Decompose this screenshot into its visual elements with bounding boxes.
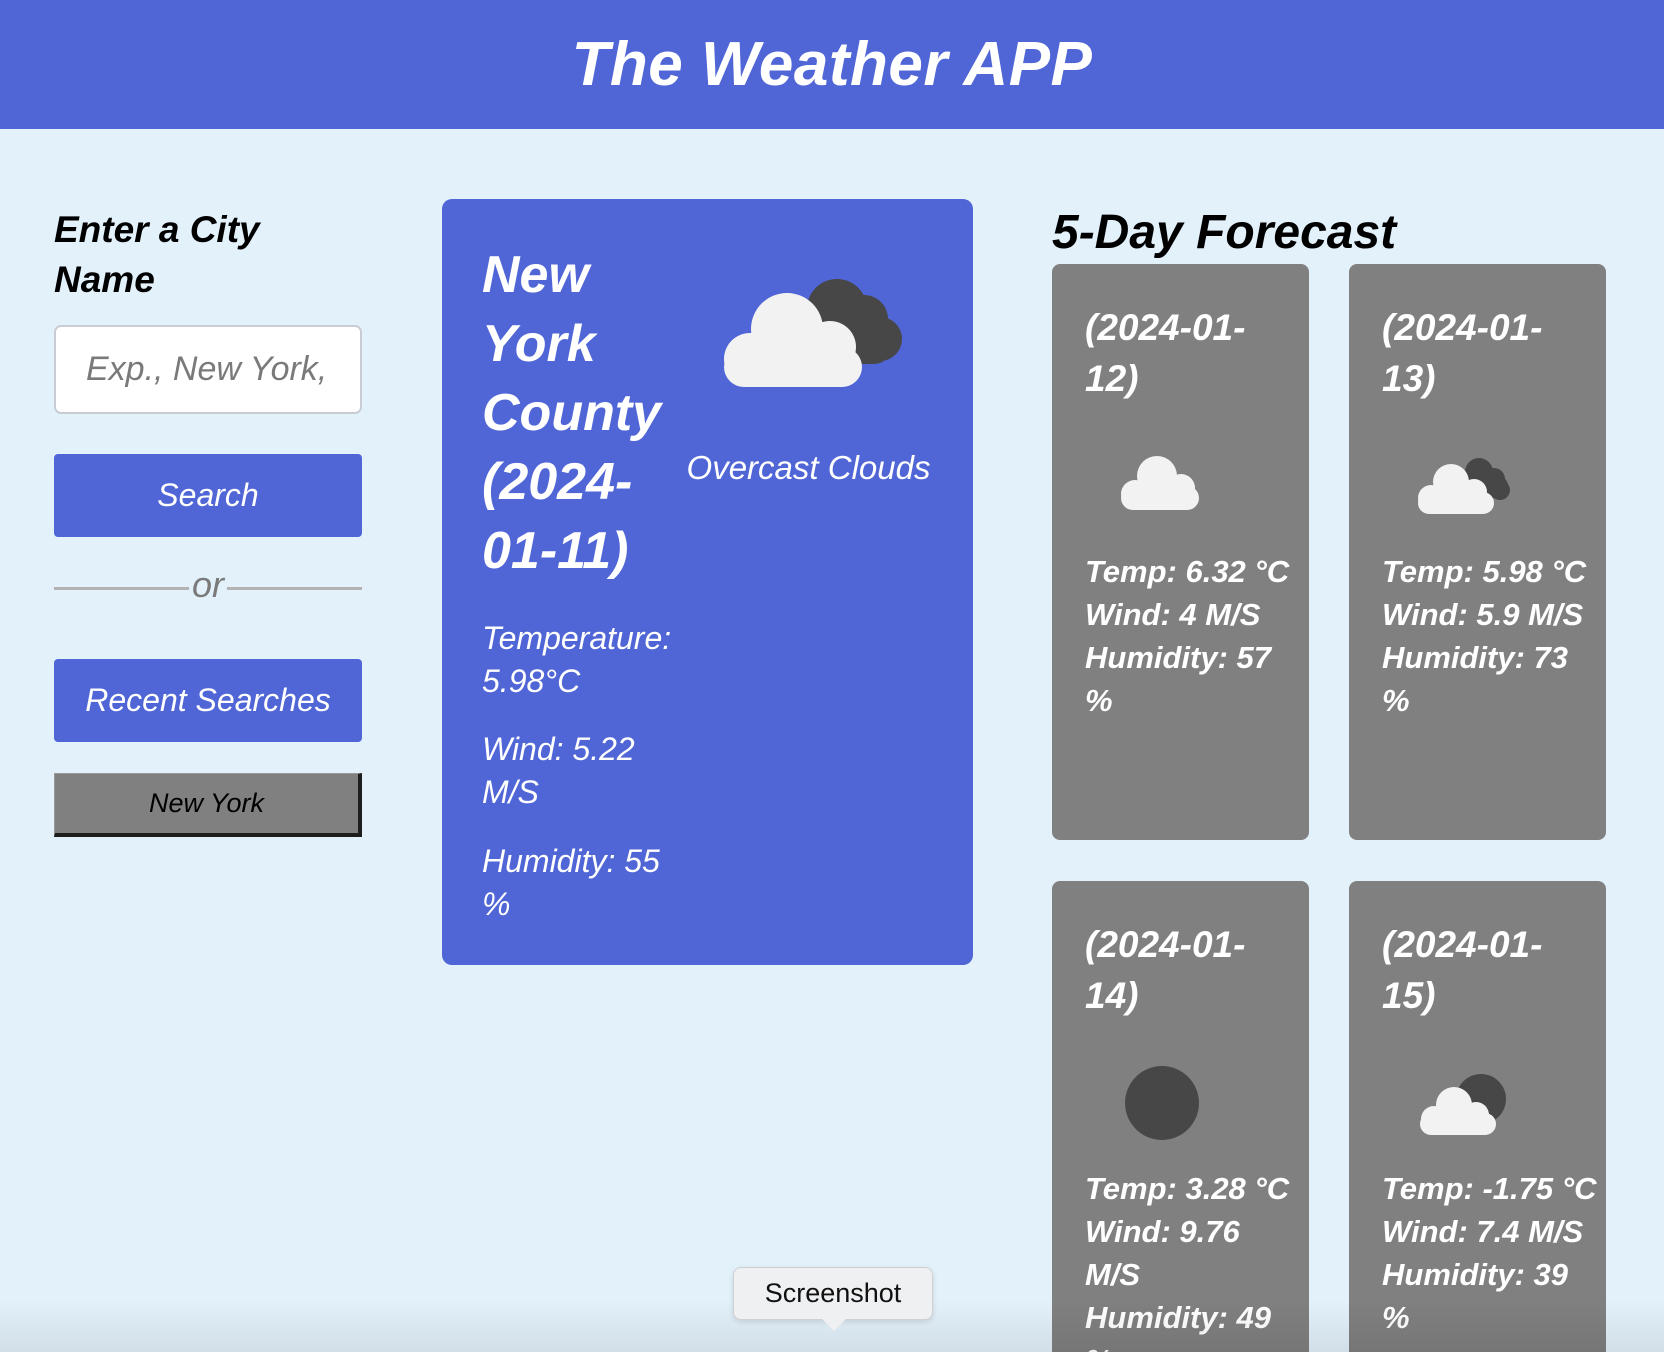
divider-line-left xyxy=(54,587,189,590)
or-divider: or xyxy=(54,563,362,607)
tooltip-arrow xyxy=(822,1319,846,1331)
current-weather-card: New York County (2024-01-11) Overcast Cl… xyxy=(442,199,973,965)
search-button[interactable]: Search xyxy=(54,454,362,537)
search-panel: Enter a City Name Search or Recent Searc… xyxy=(54,205,362,837)
current-city-date: New York County (2024-01-11) xyxy=(482,246,662,580)
divider-line-right xyxy=(227,587,362,590)
forecast-stats: Temp: 3.28 °C Wind: 9.76 M/S Humidity: 4… xyxy=(1085,1167,1300,1352)
forecast-temp: Temp: 3.28 °C xyxy=(1085,1171,1290,1206)
city-input-label: Enter a City Name xyxy=(54,209,260,300)
forecast-humidity: Humidity: 39 % xyxy=(1382,1257,1569,1335)
forecast-wind: Wind: 9.76 M/S xyxy=(1085,1214,1240,1292)
current-humidity: Humidity: 55 % xyxy=(482,843,660,922)
forecast-stats: Temp: 6.32 °C Wind: 4 M/S Humidity: 57 % xyxy=(1085,550,1300,722)
forecast-temp: Temp: -1.75 °C xyxy=(1382,1171,1597,1206)
screenshot-tooltip: Screenshot xyxy=(733,1267,933,1331)
current-description: Overcast Clouds xyxy=(686,449,931,486)
current-wind: Wind: 5.22 M/S xyxy=(482,731,635,810)
forecast-temp: Temp: 6.32 °C xyxy=(1085,554,1290,589)
current-temperature: Temperature: 5.98°C xyxy=(482,620,672,699)
forecast-date: (2024-01-15) xyxy=(1382,924,1543,1016)
cloud-dark-sun-icon xyxy=(1420,1074,1506,1135)
city-search-input[interactable] xyxy=(54,325,362,414)
forecast-title: 5-Day Forecast xyxy=(1052,206,1397,259)
app-title: The Weather APP xyxy=(571,29,1093,99)
broken-clouds-icon xyxy=(1418,458,1510,514)
forecast-wind: Wind: 4 M/S xyxy=(1085,597,1261,632)
forecast-date: (2024-01-14) xyxy=(1085,924,1246,1016)
forecast-humidity: Humidity: 73 % xyxy=(1382,640,1569,718)
forecast-temp: Temp: 5.98 °C xyxy=(1382,554,1587,589)
forecast-card-day-2: (2024-01-13) Temp: 5.98 °C Wind: 5.9 M/S… xyxy=(1349,264,1606,840)
forecast-stats: Temp: 5.98 °C Wind: 5.9 M/S Humidity: 73… xyxy=(1382,550,1597,722)
divider-text: or xyxy=(191,564,224,605)
forecast-wind: Wind: 7.4 M/S xyxy=(1382,1214,1584,1249)
forecast-humidity: Humidity: 57 % xyxy=(1085,640,1272,718)
forecast-card-day-3: (2024-01-14) Temp: 3.28 °C Wind: 9.76 M/… xyxy=(1052,881,1309,1352)
overcast-clouds-icon xyxy=(724,279,902,387)
dark-cloud-icon xyxy=(1125,1066,1199,1140)
app-header: The Weather APP xyxy=(0,0,1664,129)
forecast-wind: Wind: 5.9 M/S xyxy=(1382,597,1584,632)
forecast-card-day-1: (2024-01-12) Temp: 6.32 °C Wind: 4 M/S H… xyxy=(1052,264,1309,840)
cloud-icon xyxy=(1121,456,1199,510)
recent-searches-button[interactable]: Recent Searches xyxy=(54,659,362,742)
tooltip-label: Screenshot xyxy=(764,1278,902,1308)
forecast-humidity: Humidity: 49 % xyxy=(1085,1300,1272,1352)
forecast-date: (2024-01-13) xyxy=(1382,307,1543,399)
forecast-card-day-4: (2024-01-15) Temp: -1.75 °C Wind: 7.4 M/… xyxy=(1349,881,1606,1352)
forecast-date: (2024-01-12) xyxy=(1085,307,1246,399)
history-item-new-york[interactable]: New York xyxy=(54,773,362,837)
forecast-stats: Temp: -1.75 °C Wind: 7.4 M/S Humidity: 3… xyxy=(1382,1167,1597,1339)
